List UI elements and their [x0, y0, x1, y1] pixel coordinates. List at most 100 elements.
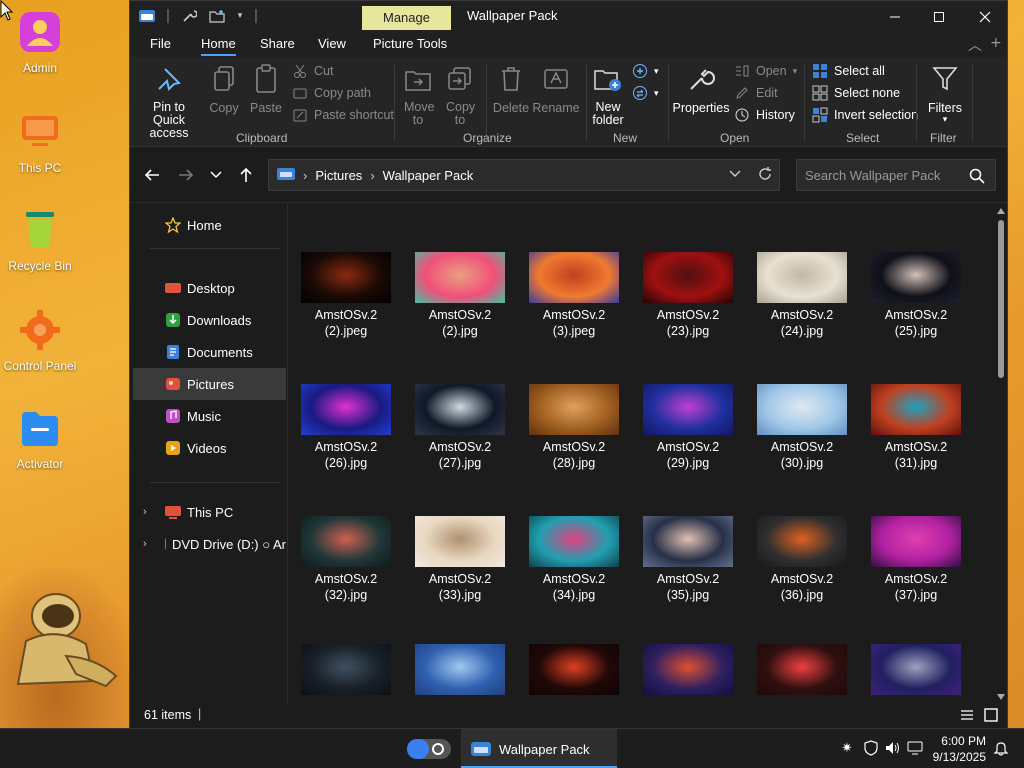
- sidebar-item-this-pc[interactable]: › This PC: [133, 496, 286, 528]
- tab-home[interactable]: Home: [201, 36, 236, 56]
- desktop-icon-control-panel[interactable]: Control Panel: [2, 308, 78, 373]
- sidebar-item-desktop[interactable]: Desktop: [133, 272, 286, 304]
- file-item[interactable]: AmstOSv.2 (2).jpeg: [291, 252, 401, 339]
- toggle-switch[interactable]: [407, 739, 451, 759]
- paste-button[interactable]: Paste: [248, 61, 284, 115]
- file-item[interactable]: AmstOSv.2 (27).jpg: [405, 384, 515, 471]
- file-item[interactable]: AmstOSv.2 (37).jpg: [861, 516, 971, 603]
- vertical-scrollbar[interactable]: [997, 208, 1005, 700]
- security-icon[interactable]: [862, 739, 880, 757]
- notifications-icon[interactable]: [992, 739, 1010, 757]
- refresh-button[interactable]: [757, 166, 773, 185]
- scroll-up-icon[interactable]: [997, 208, 1005, 214]
- desktop-icon-this-pc[interactable]: This PC: [2, 110, 78, 175]
- up-button[interactable]: [232, 161, 260, 189]
- sidebar-item-pictures[interactable]: Pictures: [133, 368, 286, 400]
- select-all-button[interactable]: Select all: [812, 63, 885, 79]
- system-clock[interactable]: 6:00 PM 9/13/2025: [930, 733, 986, 765]
- edit-button[interactable]: Edit: [734, 85, 778, 101]
- new-folder-button[interactable]: New folder: [590, 61, 626, 127]
- file-item[interactable]: AmstOSv.2 (3).jpeg: [519, 252, 629, 339]
- tab-share[interactable]: Share: [260, 36, 295, 51]
- new-item-button[interactable]: ▾: [632, 63, 659, 79]
- details-view-button[interactable]: [960, 709, 974, 724]
- file-item[interactable]: [405, 644, 515, 695]
- collapse-ribbon-icon[interactable]: ︿: [968, 35, 982, 55]
- easy-access-button[interactable]: ▾: [632, 85, 659, 101]
- add-tab-icon[interactable]: +: [990, 35, 1002, 51]
- breadcrumb-pictures[interactable]: Pictures: [315, 168, 362, 183]
- file-item[interactable]: AmstOSv.2 (28).jpg: [519, 384, 629, 471]
- breadcrumb-wallpaper-pack[interactable]: Wallpaper Pack: [383, 168, 474, 183]
- sidebar-item-documents[interactable]: Documents: [133, 336, 286, 368]
- filters-button[interactable]: Filters ▾: [922, 61, 968, 124]
- file-item[interactable]: [633, 644, 743, 695]
- address-bar[interactable]: › Pictures › Wallpaper Pack: [268, 159, 780, 191]
- expand-chevron-icon[interactable]: ›: [143, 506, 147, 518]
- paste-shortcut-button[interactable]: Paste shortcut: [292, 107, 394, 123]
- desktop-icon-admin[interactable]: Admin: [2, 10, 78, 75]
- cut-button[interactable]: Cut: [292, 63, 333, 79]
- back-button[interactable]: [138, 161, 166, 189]
- desktop-icon-activator[interactable]: Activator: [2, 406, 78, 471]
- rename-button[interactable]: Rename: [532, 61, 580, 115]
- file-item[interactable]: [747, 644, 857, 695]
- brightness-icon[interactable]: ✷: [838, 739, 856, 757]
- file-item[interactable]: AmstOSv.2 (32).jpg: [291, 516, 401, 603]
- copy-button[interactable]: Copy: [206, 61, 242, 115]
- volume-icon[interactable]: [884, 739, 902, 757]
- select-none-button[interactable]: Select none: [812, 85, 900, 101]
- file-item[interactable]: AmstOSv.2 (24).jpg: [747, 252, 857, 339]
- address-history-dropdown[interactable]: [729, 166, 741, 181]
- manage-contextual-tab[interactable]: Manage: [362, 6, 451, 30]
- move-to-button[interactable]: Move to: [400, 61, 436, 127]
- file-item[interactable]: AmstOSv.2 (35).jpg: [633, 516, 743, 603]
- file-item[interactable]: [519, 644, 629, 695]
- search-icon[interactable]: [969, 168, 985, 187]
- tab-file[interactable]: File: [150, 36, 171, 51]
- expand-chevron-icon[interactable]: ›: [143, 538, 147, 550]
- file-item[interactable]: AmstOSv.2 (2).jpg: [405, 252, 515, 339]
- copy-path-button[interactable]: Copy path: [292, 85, 371, 101]
- sidebar-item-downloads[interactable]: Downloads: [133, 304, 286, 336]
- history-button[interactable]: History: [734, 107, 795, 123]
- maximize-button[interactable]: [916, 1, 962, 33]
- delete-button[interactable]: Delete: [490, 61, 532, 115]
- sidebar-item-home[interactable]: Home: [133, 209, 286, 241]
- sidebar-item-music[interactable]: Music: [133, 400, 286, 432]
- tab-picture-tools[interactable]: Picture Tools: [373, 36, 447, 51]
- tab-view[interactable]: View: [318, 36, 346, 51]
- taskbar-explorer-button[interactable]: Wallpaper Pack: [461, 729, 617, 768]
- sidebar-item-videos[interactable]: Videos: [133, 432, 286, 464]
- qat-dropdown-icon[interactable]: ▾: [236, 7, 244, 25]
- recent-locations-button[interactable]: [202, 161, 230, 189]
- scroll-down-icon[interactable]: [997, 694, 1005, 700]
- forward-button[interactable]: [172, 161, 200, 189]
- network-icon[interactable]: [906, 739, 924, 757]
- open-button[interactable]: Open ▾: [734, 63, 797, 79]
- file-item[interactable]: AmstOSv.2 (34).jpg: [519, 516, 629, 603]
- file-item[interactable]: AmstOSv.2 (29).jpg: [633, 384, 743, 471]
- file-item[interactable]: AmstOSv.2 (25).jpg: [861, 252, 971, 339]
- close-button[interactable]: [962, 1, 1008, 33]
- file-item[interactable]: AmstOSv.2 (23).jpg: [633, 252, 743, 339]
- file-item[interactable]: AmstOSv.2 (26).jpg: [291, 384, 401, 471]
- desktop-icon-recycle-bin[interactable]: Recycle Bin: [2, 208, 78, 273]
- new-folder-qat-icon[interactable]: [208, 7, 226, 25]
- search-box[interactable]: [796, 159, 996, 191]
- large-icons-view-button[interactable]: [984, 708, 998, 725]
- file-item[interactable]: AmstOSv.2 (33).jpg: [405, 516, 515, 603]
- file-item[interactable]: AmstOSv.2 (31).jpg: [861, 384, 971, 471]
- file-item[interactable]: [861, 644, 971, 695]
- sidebar-item-dvd-drive[interactable]: › DVD Drive (D:) ○ Ar: [133, 528, 286, 560]
- file-item[interactable]: [291, 644, 401, 695]
- file-item[interactable]: AmstOSv.2 (36).jpg: [747, 516, 857, 603]
- properties-button[interactable]: Properties: [672, 61, 730, 115]
- properties-qat-icon[interactable]: [180, 7, 198, 25]
- file-item[interactable]: AmstOSv.2 (30).jpg: [747, 384, 857, 471]
- search-input[interactable]: [805, 167, 965, 183]
- invert-selection-button[interactable]: Invert selection: [812, 107, 918, 123]
- scrollbar-thumb[interactable]: [998, 220, 1004, 378]
- copy-to-button[interactable]: Copy to: [442, 61, 478, 127]
- pin-to-quick-access-button[interactable]: Pin to Quick access: [136, 61, 202, 140]
